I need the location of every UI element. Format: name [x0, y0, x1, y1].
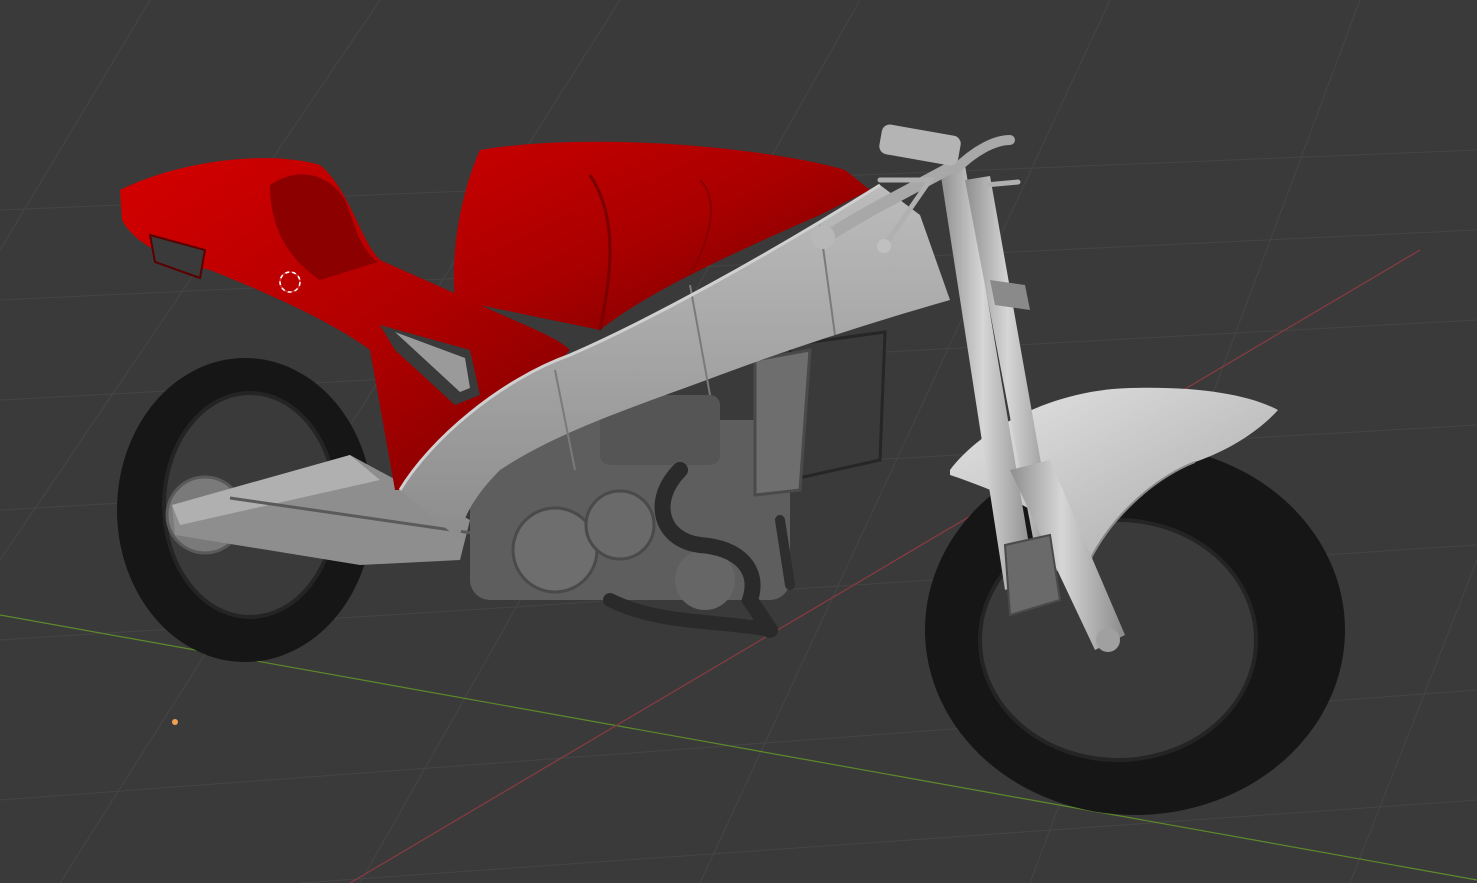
3d-viewport[interactable] [0, 0, 1477, 883]
object-origin-icon [172, 719, 178, 725]
motorcycle-model[interactable] [117, 123, 1345, 815]
radiator [753, 330, 887, 497]
viewport-canvas[interactable] [0, 0, 1477, 883]
